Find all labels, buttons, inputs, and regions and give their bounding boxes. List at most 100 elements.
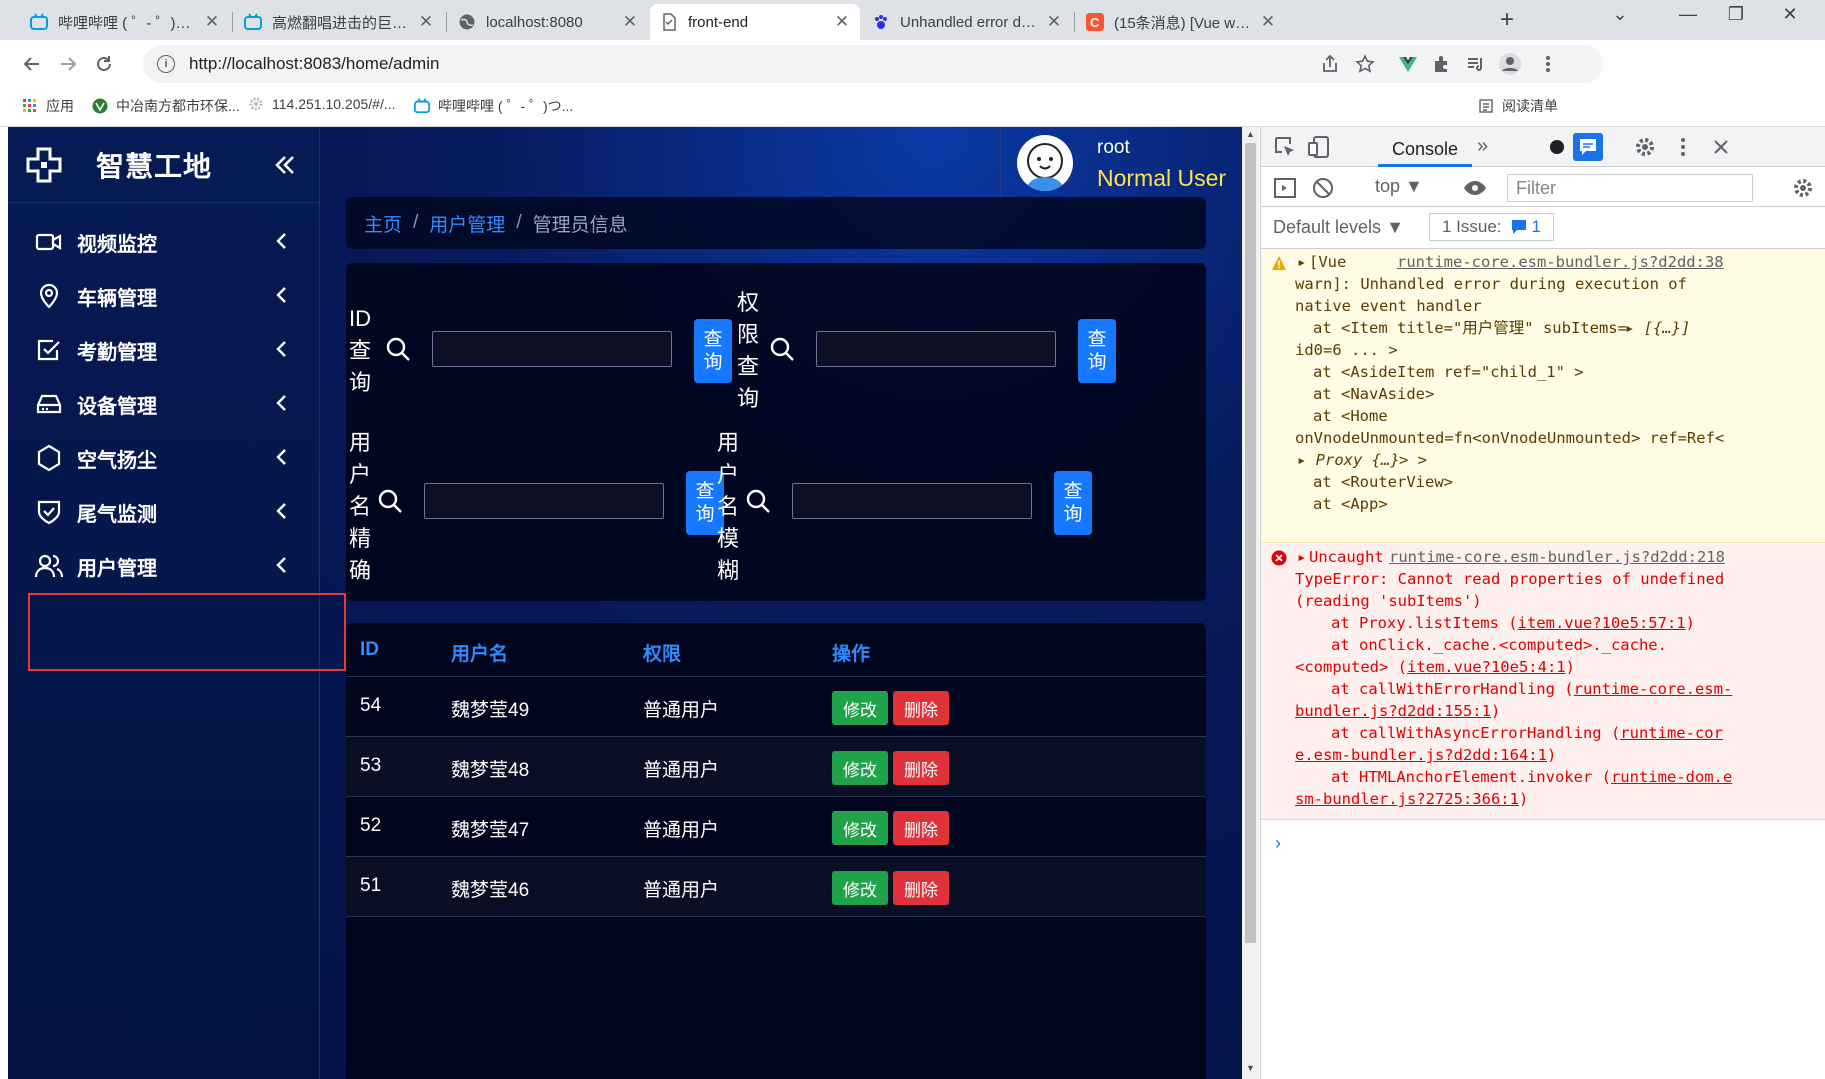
sidebar-item-air[interactable]: 空气扬尘 <box>8 427 320 489</box>
issues-button[interactable]: 1 Issue: 1 <box>1429 213 1555 241</box>
breadcrumb-section[interactable]: 用户管理 <box>429 210 505 237</box>
reading-list[interactable]: 阅读清单 <box>1478 96 1558 116</box>
extensions-icon[interactable] <box>1430 52 1454 76</box>
stack-link[interactable]: item.vue?10e5:4:1 <box>1407 658 1566 676</box>
edit-button[interactable]: 修改 <box>832 871 888 905</box>
close-icon[interactable] <box>1709 135 1733 159</box>
reload-button[interactable] <box>88 48 120 80</box>
close-icon[interactable]: ✕ <box>1046 12 1062 32</box>
user-info[interactable]: root Normal User <box>1000 127 1242 199</box>
stack-link[interactable]: bundler.js?d2dd:155:1 <box>1295 702 1491 720</box>
profile-icon[interactable] <box>1498 52 1522 76</box>
stack-link[interactable]: e.esm-bundler.js?d2dd:164:1 <box>1295 746 1547 764</box>
sidebar-item-attendance[interactable]: 考勤管理 <box>8 319 320 381</box>
bookmark-apps[interactable]: 应用 <box>22 96 74 116</box>
stack-link[interactable]: item.vue?10e5:57:1 <box>1518 614 1686 632</box>
delete-button[interactable]: 删除 <box>893 691 949 725</box>
bookmark-ip[interactable]: 114.251.10.205/#/... <box>248 96 396 112</box>
browser-tab-csdn[interactable]: C (15条消息) [Vue warn]: U ✕ <box>1076 4 1286 40</box>
delete-button[interactable]: 删除 <box>893 871 949 905</box>
sidebar-item-video[interactable]: 视频监控 <box>8 211 320 273</box>
address-bar[interactable]: i http://localhost:8083/home/admin <box>143 45 1603 83</box>
inspect-element-icon[interactable] <box>1273 135 1297 159</box>
scrollbar-thumb[interactable] <box>1245 143 1256 943</box>
breadcrumb-home[interactable]: 主页 <box>364 210 402 237</box>
name-exact-input[interactable] <box>424 483 664 519</box>
log-levels-dropdown[interactable]: Default levels ▼ <box>1273 217 1404 238</box>
perm-search-input[interactable] <box>816 331 1056 367</box>
scroll-up-arrow[interactable]: ▲ <box>1242 129 1259 139</box>
device-toggle-icon[interactable] <box>1307 135 1331 159</box>
close-icon[interactable]: ✕ <box>834 12 850 32</box>
browser-tab-bilibili-video[interactable]: 高燃翻唱进击的巨人插曲 ✕ <box>234 4 444 40</box>
sidebar-item-users[interactable]: 用户管理 <box>8 535 320 597</box>
menu-dots-icon[interactable] <box>1536 52 1560 76</box>
double-chevron-left-icon[interactable] <box>271 151 299 179</box>
delete-button[interactable]: 删除 <box>893 811 949 845</box>
scroll-down-arrow[interactable]: ▼ <box>1242 1063 1259 1073</box>
console-filter-input[interactable]: Filter <box>1507 174 1753 202</box>
browser-tab-bilibili[interactable]: 哔哩哔哩 ( ゜- ゜)つロ 干杯~ ✕ <box>20 4 230 40</box>
back-button[interactable] <box>16 48 48 80</box>
more-tabs-icon[interactable]: » <box>1477 135 1488 158</box>
menu-dots-icon[interactable] <box>1671 135 1695 159</box>
browser-tab-baidu[interactable]: Unhandled error during ✕ <box>862 4 1072 40</box>
warning-source-link[interactable]: runtime-core.esm-bundler.js?d2dd:38 <box>1397 251 1724 274</box>
bookmark-bilibili[interactable]: 哔哩哔哩 ( ゜- ゜)つ... <box>414 96 573 116</box>
id-search-input[interactable] <box>432 331 672 367</box>
close-icon[interactable]: ✕ <box>204 12 220 32</box>
stack-link[interactable]: runtime-dom.e <box>1611 768 1732 786</box>
maximize-button[interactable]: ❐ <box>1716 4 1756 25</box>
name-fuzzy-button[interactable]: 查询 <box>1054 471 1092 535</box>
name-fuzzy-input[interactable] <box>792 483 1032 519</box>
bookmark-zhongye[interactable]: 中冶南方都市环保... <box>92 96 240 116</box>
delete-button[interactable]: 删除 <box>893 751 949 785</box>
stack-link[interactable]: runtime-core.esm- <box>1574 680 1733 698</box>
vue-devtools-icon[interactable] <box>1396 52 1420 76</box>
close-window-button[interactable]: ✕ <box>1770 4 1810 25</box>
page-scrollbar[interactable]: ▲ ▼ <box>1242 127 1259 1079</box>
share-icon[interactable] <box>1318 52 1342 76</box>
warning-line[interactable]: ▸ Proxy {…} <box>1297 449 1400 472</box>
perm-search-button[interactable]: 查询 <box>1078 319 1116 383</box>
new-tab-button[interactable]: + <box>1500 6 1514 34</box>
media-icon[interactable] <box>1464 52 1488 76</box>
console-warning-message[interactable]: ▸ [Vue runtime-core.esm-bundler.js?d2dd:… <box>1261 249 1825 543</box>
console-prompt[interactable]: › <box>1275 833 1281 854</box>
sidebar-item-device[interactable]: 设备管理 <box>8 373 320 435</box>
error-source-link[interactable]: runtime-core.esm-bundler.js?d2dd:218 <box>1389 546 1725 569</box>
forward-button[interactable] <box>52 48 84 80</box>
sidebar-toggle-icon[interactable] <box>1273 176 1297 200</box>
edit-button[interactable]: 修改 <box>832 751 888 785</box>
expand-triangle-icon[interactable]: ▸ <box>1297 546 1306 569</box>
id-search-button[interactable]: 查询 <box>694 319 732 383</box>
tab-search-icon[interactable]: ⌄ <box>1600 4 1640 25</box>
gear-icon[interactable] <box>1633 135 1657 159</box>
close-icon[interactable]: ✕ <box>622 12 638 32</box>
browser-tab-front-end[interactable]: front-end ✕ <box>650 4 860 40</box>
messages-badge[interactable] <box>1573 133 1603 161</box>
warning-line[interactable]: ▸ [{…}] <box>1625 317 1690 340</box>
tab-console[interactable]: Console <box>1378 127 1473 167</box>
console-error-message[interactable]: ▸ Uncaught runtime-core.esm-bundler.js?d… <box>1261 544 1825 820</box>
close-icon[interactable]: ✕ <box>1260 12 1276 32</box>
context-selector[interactable]: top ▼ <box>1375 176 1423 197</box>
info-icon[interactable]: i <box>157 55 175 73</box>
sidebar-item-label: 空气扬尘 <box>77 449 157 472</box>
avatar[interactable] <box>1017 135 1073 191</box>
expand-triangle-icon[interactable]: ▸ <box>1297 251 1306 274</box>
edit-button[interactable]: 修改 <box>832 691 888 725</box>
sidebar-item-vehicle[interactable]: 车辆管理 <box>8 265 320 327</box>
stack-link[interactable]: sm-bundler.js?2725:366:1 <box>1295 790 1519 808</box>
close-icon[interactable]: ✕ <box>418 12 434 32</box>
star-icon[interactable] <box>1353 52 1377 76</box>
record-icon[interactable] <box>1545 135 1569 159</box>
edit-button[interactable]: 修改 <box>832 811 888 845</box>
sidebar-item-exhaust[interactable]: 尾气监测 <box>8 481 320 543</box>
clear-console-icon[interactable] <box>1311 176 1335 200</box>
stack-link[interactable]: runtime-cor <box>1620 724 1723 742</box>
eye-icon[interactable] <box>1463 176 1487 200</box>
minimize-button[interactable]: — <box>1668 4 1708 25</box>
gear-icon[interactable] <box>1791 176 1815 200</box>
browser-tab-localhost[interactable]: localhost:8080 ✕ <box>448 4 648 40</box>
